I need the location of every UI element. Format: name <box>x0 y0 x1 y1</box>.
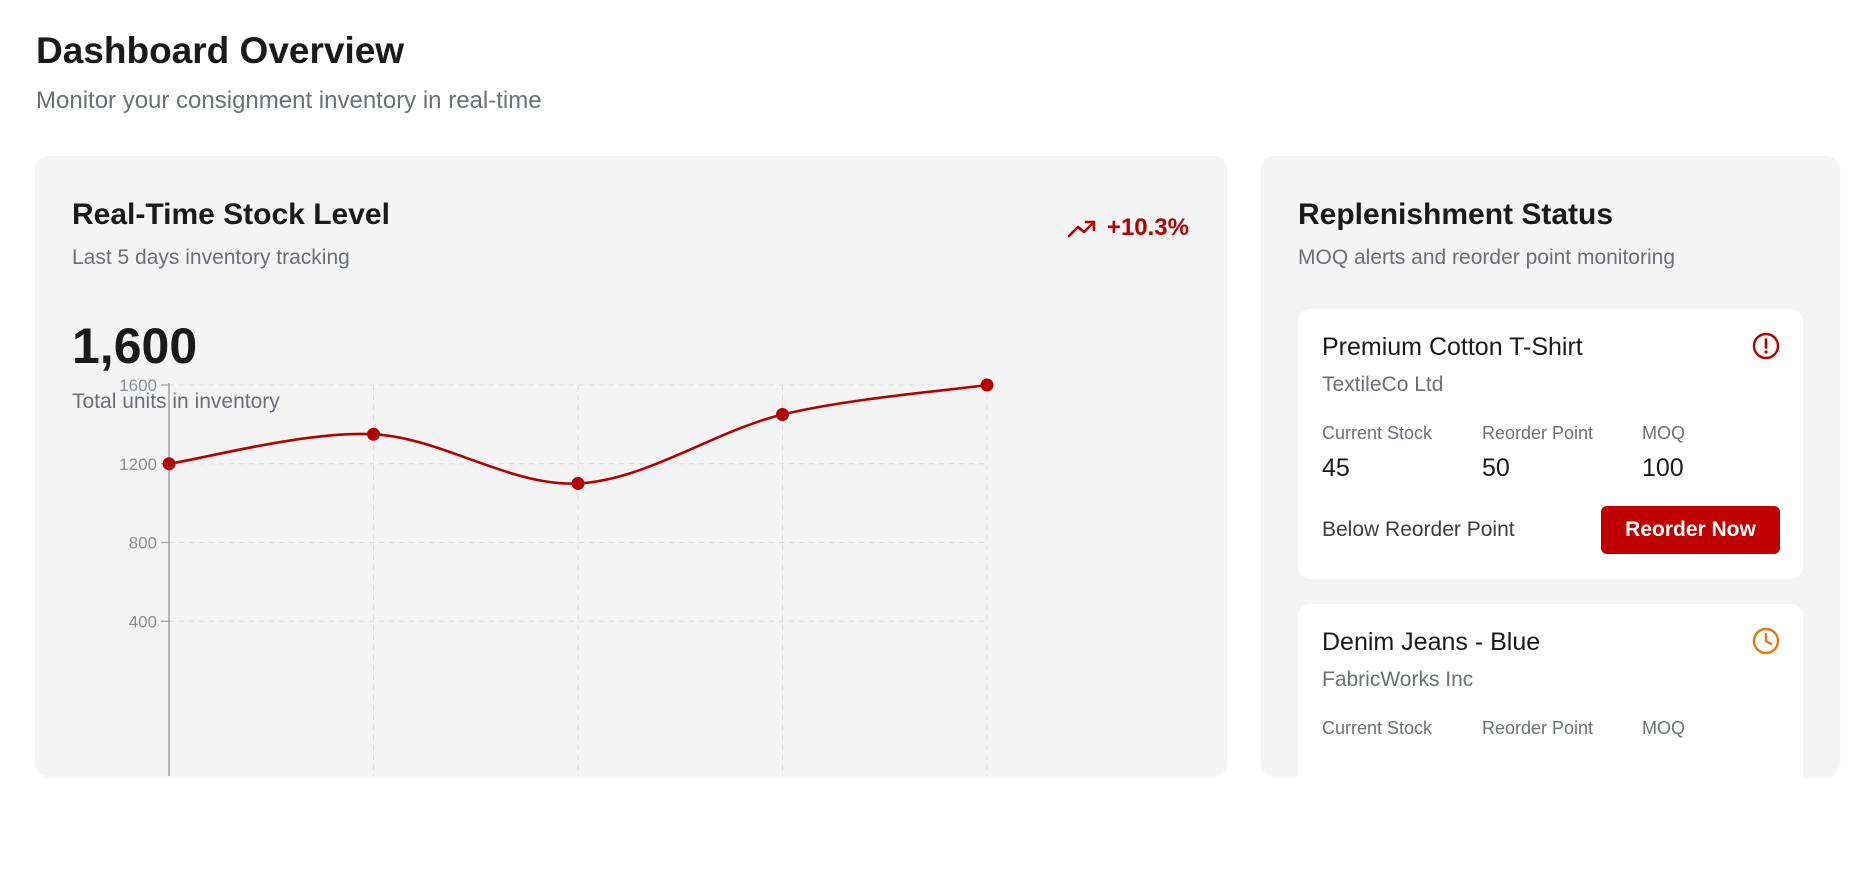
replenishment-subtitle: MOQ alerts and reorder point monitoring <box>1298 246 1676 269</box>
stock-line-chart: 1600 1200 800 400 <box>119 376 994 776</box>
metric-value: 50 <box>1482 454 1510 482</box>
product-card: Denim Jeans - Blue FabricWorks Inc Curre… <box>1298 604 1803 874</box>
y-tick-label: 800 <box>129 534 157 553</box>
metric-value: 100 <box>1642 454 1684 482</box>
product-supplier: FabricWorks Inc <box>1322 668 1474 691</box>
replenishment-title: Replenishment Status <box>1298 198 1614 231</box>
metric-current-stock: Current Stock <box>1322 716 1482 740</box>
y-tick-label: 1600 <box>119 376 157 395</box>
data-point <box>571 476 585 490</box>
metric-label: MOQ <box>1642 718 1685 738</box>
alert-circle-icon <box>1751 331 1781 366</box>
metric-label: Current Stock <box>1322 718 1433 738</box>
metric-label: Current Stock <box>1322 423 1433 443</box>
page-subtitle: Monitor your consignment inventory in re… <box>36 87 542 114</box>
product-card: Premium Cotton T-Shirt TextileCo Ltd Cur… <box>1298 309 1803 579</box>
product-metrics: Current Stock 45 Reorder Point 50 MOQ 10… <box>1322 421 1802 483</box>
metric-reorder-point: Reorder Point 50 <box>1482 421 1642 483</box>
metric-label: MOQ <box>1642 423 1685 443</box>
product-metrics: Current Stock Reorder Point MOQ <box>1322 716 1802 740</box>
y-tick-label: 1200 <box>119 455 157 474</box>
page-header: Dashboard Overview Monitor your consignm… <box>36 28 542 116</box>
product-name: Premium Cotton T-Shirt <box>1322 333 1583 361</box>
page-title: Dashboard Overview <box>36 30 405 71</box>
data-point <box>980 378 994 392</box>
data-point <box>162 457 176 471</box>
metric-current-stock: Current Stock 45 <box>1322 421 1482 483</box>
metric-label: Reorder Point <box>1482 718 1594 738</box>
metric-label: Reorder Point <box>1482 423 1594 443</box>
metric-moq: MOQ 100 <box>1642 421 1802 483</box>
metric-reorder-point: Reorder Point <box>1482 716 1642 740</box>
data-point <box>367 427 380 441</box>
clock-icon <box>1751 626 1781 661</box>
stock-level-card: Real-Time Stock Level Last 5 days invent… <box>35 156 1227 776</box>
metric-moq: MOQ <box>1642 716 1802 740</box>
y-tick-label: 400 <box>129 612 157 631</box>
metric-value: 45 <box>1322 454 1350 482</box>
reorder-status-text: Below Reorder Point <box>1322 518 1515 541</box>
product-name: Denim Jeans - Blue <box>1322 628 1541 656</box>
product-supplier: TextileCo Ltd <box>1322 373 1444 396</box>
reorder-now-button[interactable]: Reorder Now <box>1601 506 1780 554</box>
replenishment-card: Replenishment Status MOQ alerts and reor… <box>1261 156 1840 874</box>
data-point <box>776 408 789 422</box>
